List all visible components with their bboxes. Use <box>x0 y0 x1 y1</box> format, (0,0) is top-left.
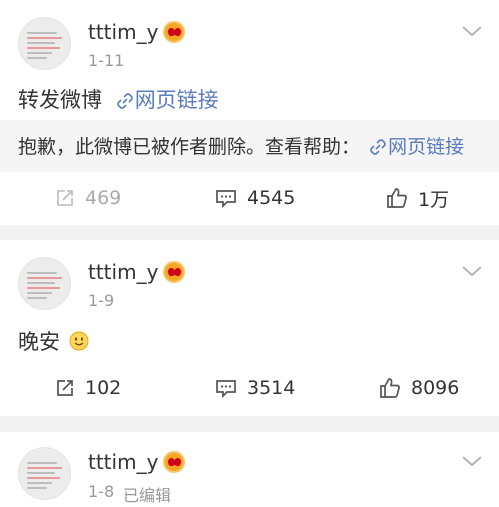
action-bar: 469 4545 1万 <box>0 178 499 218</box>
post-card-2[interactable]: tttim_y 1-9 晚安 102 3514 8096 <box>0 240 499 416</box>
like-count: 1万 <box>418 188 450 211</box>
post-text: 晚安 <box>18 330 60 354</box>
post-content: 晚安 <box>18 326 89 356</box>
post-date: 1-9 <box>88 291 115 310</box>
post-content: 转发微博 网页链接 <box>18 84 219 114</box>
chevron-down-icon[interactable] <box>461 24 483 38</box>
repost-count: 102 <box>85 377 122 399</box>
like-button[interactable]: 8096 <box>379 368 459 408</box>
heart-eyes-badge-icon <box>163 451 185 473</box>
post-card-1[interactable]: tttim_y 1-11 转发微博 网页链接 抱歉，此微博已被作者删除。查看帮助… <box>0 0 499 225</box>
smile-emoji-icon <box>69 331 89 351</box>
avatar[interactable] <box>18 17 71 70</box>
chevron-down-icon[interactable] <box>461 454 483 468</box>
deleted-notice-text: 抱歉，此微博已被作者删除。查看帮助： <box>18 136 361 158</box>
heart-eyes-badge-icon <box>163 21 185 43</box>
like-button[interactable]: 1万 <box>386 178 449 218</box>
repost-icon <box>57 190 73 206</box>
repost-button[interactable]: 469 <box>55 178 121 218</box>
help-link[interactable]: 网页链接 <box>388 136 464 158</box>
comment-count: 4545 <box>247 187 296 209</box>
thumbs-up-icon <box>380 378 400 398</box>
comment-button[interactable]: 4545 <box>215 178 295 218</box>
web-link[interactable]: 网页链接 <box>135 88 219 112</box>
username[interactable]: tttim_y <box>88 450 158 474</box>
chevron-down-icon[interactable] <box>461 264 483 278</box>
username[interactable]: tttim_y <box>88 20 158 44</box>
deleted-notice: 抱歉，此微博已被作者删除。查看帮助： 网页链接 <box>18 132 464 159</box>
comment-button[interactable]: 3514 <box>215 368 295 408</box>
avatar[interactable] <box>18 257 71 310</box>
repost-icon <box>57 380 73 396</box>
repost-count: 469 <box>85 187 122 209</box>
username[interactable]: tttim_y <box>88 260 158 284</box>
comment-icon <box>216 380 236 398</box>
post-date: 1-11 <box>88 51 125 70</box>
like-count: 8096 <box>411 377 460 399</box>
post-date: 1-8 <box>88 482 115 501</box>
action-bar: 102 3514 8096 <box>0 368 499 408</box>
deleted-repost-box[interactable]: 抱歉，此微博已被作者删除。查看帮助： 网页链接 <box>0 120 499 172</box>
heart-eyes-badge-icon <box>163 261 185 283</box>
post-text: 转发微博 <box>18 88 102 112</box>
link-icon <box>116 93 133 109</box>
thumbs-up-icon <box>387 188 407 208</box>
repost-button[interactable]: 102 <box>55 368 121 408</box>
post-card-3[interactable]: tttim_y 1-8 已编辑 <box>0 432 499 507</box>
comment-icon <box>216 190 236 208</box>
comment-count: 3514 <box>247 377 296 399</box>
edited-label: 已编辑 <box>123 486 172 505</box>
avatar[interactable] <box>18 447 71 500</box>
link-icon <box>370 139 386 155</box>
